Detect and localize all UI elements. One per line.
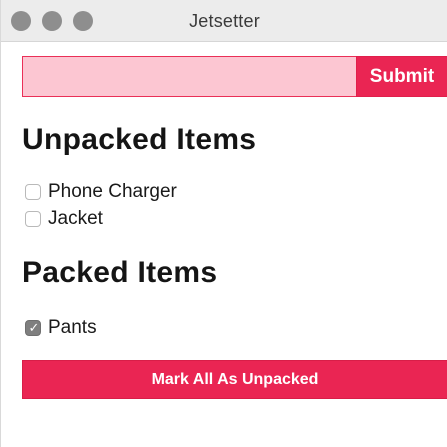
item-label: Pants	[48, 317, 97, 338]
packed-items-heading: Packed Items	[22, 256, 218, 289]
mark-all-as-unpacked-button[interactable]: Mark All As Unpacked	[22, 360, 447, 399]
item-checkbox[interactable]: ✓	[25, 320, 41, 336]
unpacked-items-heading: Unpacked Items	[22, 123, 257, 156]
packed-item[interactable]: ✓ Pants	[25, 317, 97, 339]
item-checkbox[interactable]	[25, 184, 41, 200]
item-label: Phone Charger	[48, 181, 177, 202]
new-item-input[interactable]	[22, 56, 356, 97]
unpacked-item[interactable]: Phone Charger	[25, 181, 177, 203]
item-checkbox[interactable]	[25, 211, 41, 227]
unpacked-item[interactable]: Jacket	[25, 208, 103, 230]
checkmark-icon: ✓	[28, 320, 40, 335]
window-title: Jetsetter	[189, 11, 260, 31]
app-window: Jetsetter Submit Unpacked Items Phone Ch…	[0, 0, 447, 447]
new-item-form: Submit	[22, 56, 447, 97]
submit-button[interactable]: Submit	[356, 56, 447, 97]
title-bar[interactable]: Jetsetter	[1, 0, 447, 42]
item-label: Jacket	[48, 208, 103, 229]
